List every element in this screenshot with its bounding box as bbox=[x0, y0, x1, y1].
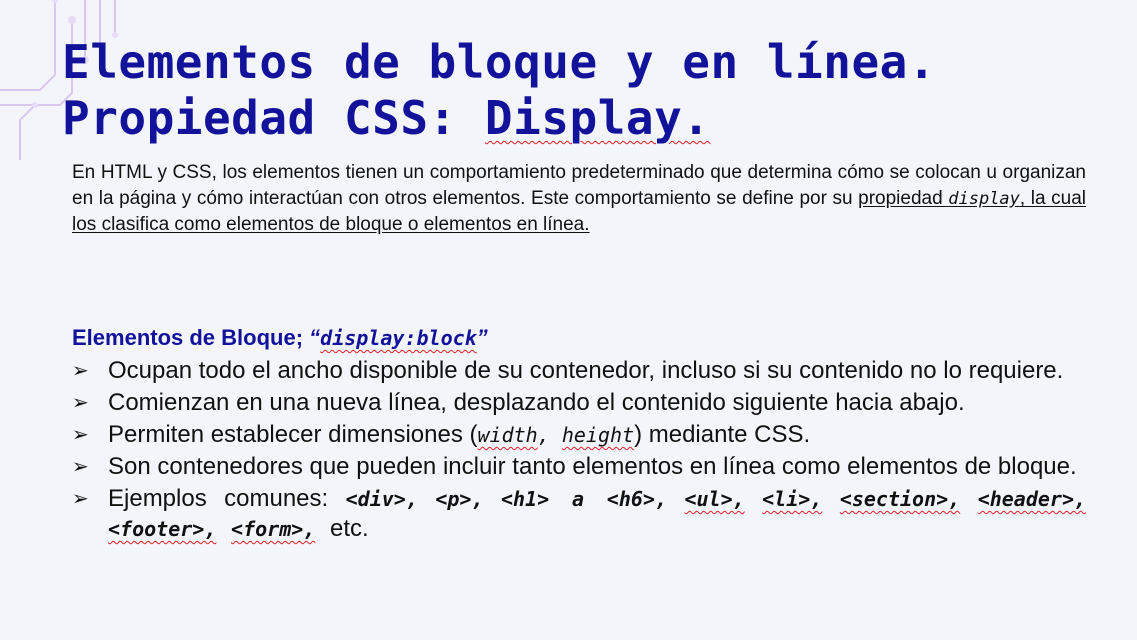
block-bullet-list: ➢ Ocupan todo el ancho disponible de su … bbox=[72, 356, 1086, 546]
list-item: ➢ Ejemplos comunes: <div>, <p>, <h1> a <… bbox=[72, 484, 1086, 544]
example-tag: <form>, bbox=[231, 517, 316, 541]
list-item: ➢ Son contenedores que pueden incluir ta… bbox=[72, 452, 1086, 482]
block-heading-text: Elementos de Bloque; bbox=[72, 325, 310, 350]
list-item: ➢ Ocupan todo el ancho disponible de su … bbox=[72, 356, 1086, 386]
bullet-text-end: ) mediante CSS. bbox=[634, 421, 811, 448]
bullet-text: Comienzan en una nueva línea, desplazand… bbox=[108, 389, 965, 416]
title-line-2-word: Display. bbox=[484, 91, 711, 145]
bullet-text: Ejemplos comunes: bbox=[108, 485, 346, 512]
bullet-text: Permiten establecer dimensiones ( bbox=[108, 421, 478, 448]
example-tag: <h1> a <h6>, bbox=[500, 487, 668, 511]
examples-line: Ejemplos comunes: <div>, <p>, <h1> a <h6… bbox=[108, 485, 1086, 542]
arrowhead-icon: ➢ bbox=[72, 424, 89, 446]
block-section-heading: Elementos de Bloque; “display:block” bbox=[72, 325, 488, 351]
title-line-2-prefix: Propiedad CSS: bbox=[62, 91, 485, 145]
height-code: height bbox=[561, 423, 635, 447]
list-item: ➢ Permiten establecer dimensiones (width… bbox=[72, 420, 1086, 450]
example-tag: <ul>, bbox=[684, 487, 745, 511]
example-tag: <div>, bbox=[345, 487, 418, 511]
code-separator: , bbox=[537, 423, 562, 447]
bullet-text: Son contenedores que pueden incluir tant… bbox=[108, 453, 1077, 480]
display-block-code: display:block bbox=[320, 326, 477, 350]
arrowhead-icon: ➢ bbox=[72, 488, 89, 510]
arrowhead-icon: ➢ bbox=[72, 392, 89, 414]
width-code: width bbox=[477, 423, 538, 447]
example-tag: <section>, bbox=[839, 487, 961, 511]
page-title: Elementos de bloque y en línea. Propieda… bbox=[62, 34, 1112, 146]
close-quote: ” bbox=[476, 325, 488, 350]
display-code: display bbox=[948, 189, 1020, 209]
arrowhead-icon: ➢ bbox=[72, 456, 89, 478]
example-tag: <header>, bbox=[977, 487, 1087, 511]
title-line-1: Elementos de bloque y en línea. bbox=[62, 35, 937, 89]
list-item: ➢ Comienzan en una nueva línea, desplaza… bbox=[72, 388, 1086, 418]
example-tag: <li>, bbox=[762, 487, 823, 511]
open-quote: “ bbox=[309, 325, 321, 350]
bullet-text-end: etc. bbox=[315, 515, 369, 542]
bullet-text: Ocupan todo el ancho disponible de su co… bbox=[108, 357, 1064, 384]
intro-underlined-before: propiedad bbox=[858, 188, 949, 209]
example-tag: <p>, bbox=[435, 487, 484, 511]
intro-paragraph: En HTML y CSS, los elementos tienen un c… bbox=[72, 160, 1086, 238]
arrowhead-icon: ➢ bbox=[72, 360, 89, 382]
example-tag: <footer>, bbox=[108, 517, 217, 541]
